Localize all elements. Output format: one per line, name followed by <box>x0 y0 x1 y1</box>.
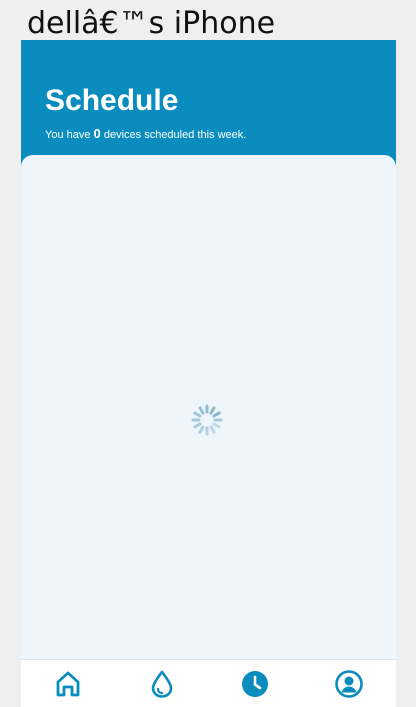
schedule-content-panel <box>21 155 396 659</box>
loading-spinner-icon <box>189 402 225 438</box>
app-screen: Schedule You have 0 devices scheduled th… <box>21 40 396 707</box>
tab-water[interactable] <box>146 668 178 700</box>
home-icon <box>56 671 80 697</box>
spinner-tick <box>198 425 205 434</box>
scheduled-count: 0 <box>93 126 101 141</box>
tab-bar <box>21 659 396 707</box>
summary-suffix: devices scheduled this week. <box>103 129 247 141</box>
water-drop-icon <box>151 670 173 698</box>
tab-schedule[interactable] <box>239 668 271 700</box>
tab-home[interactable] <box>52 668 84 700</box>
spinner-tick <box>209 425 216 434</box>
spinner-tick <box>193 411 202 418</box>
profile-icon <box>335 670 363 698</box>
clock-icon <box>242 671 268 697</box>
spinner-tick <box>212 411 221 418</box>
summary-prefix: You have <box>45 129 91 141</box>
spinner-tick <box>193 422 202 429</box>
schedule-summary: You have 0 devices scheduled this week. <box>45 126 246 143</box>
spinner-tick <box>209 406 216 415</box>
spinner-tick <box>212 422 221 429</box>
device-name: dellâ€™s iPhone <box>27 6 276 41</box>
spinner-tick <box>198 406 205 415</box>
tab-profile[interactable] <box>333 668 365 700</box>
page-title: Schedule <box>45 84 179 117</box>
